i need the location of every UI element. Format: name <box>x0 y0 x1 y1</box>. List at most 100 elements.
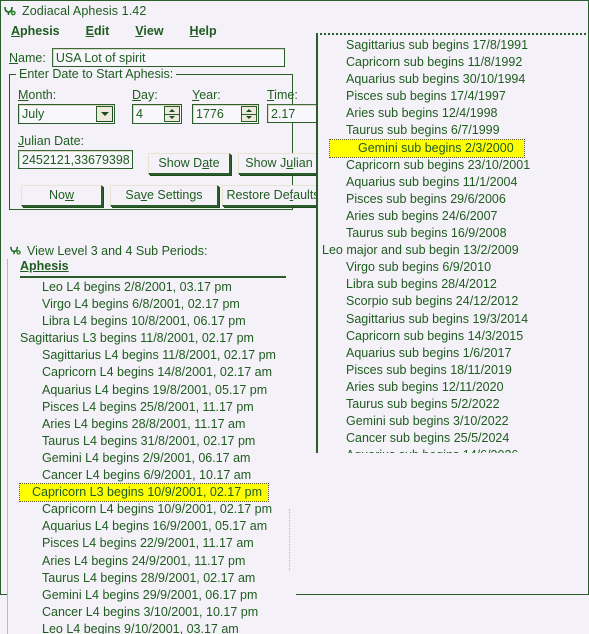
julian-input[interactable] <box>18 150 133 169</box>
name-label: Name: <box>9 50 46 65</box>
list-item[interactable]: Aquarius sub begins 1/6/2017 <box>318 345 586 362</box>
list-item[interactable]: Gemini L4 begins 29/9/2001, 06.17 pm <box>8 587 296 604</box>
month-field: Month: July <box>18 88 115 124</box>
menu-bar: Aphesis Edit View Help <box>9 23 219 39</box>
sub-periods-list[interactable]: Sagittarius sub begins 17/8/1991 Capricor… <box>316 33 586 453</box>
list-item[interactable]: Pisces sub begins 29/6/2006 <box>318 191 586 208</box>
list-item-label: Capricorn L3 begins 10/9/2001, 02.17 pm <box>18 483 270 503</box>
menu-item-view[interactable]: View <box>133 23 165 39</box>
spinner-up-icon[interactable] <box>164 106 180 114</box>
month-value: July <box>22 107 45 121</box>
list-item[interactable]: Leo major and sub begin 13/2/2009 <box>318 242 586 259</box>
list-item[interactable]: Aries sub begins 12/11/2020 <box>318 379 586 396</box>
list-item[interactable]: Sagittarius L4 begins 11/8/2001, 02.17 p… <box>8 347 296 364</box>
date-groupbox-title: Enter Date to Start Aphesis: <box>16 67 177 81</box>
list-item[interactable]: Capricorn sub begins 23/10/2001 <box>318 157 586 174</box>
show-julian-button[interactable]: Show Julian <box>238 153 320 174</box>
sub-periods-list-rows: Sagittarius sub begins 17/8/1991 Capricor… <box>318 37 586 453</box>
day-spinner-buttons[interactable] <box>164 106 180 122</box>
list-item[interactable]: Gemini sub begins 2/3/2000 <box>318 138 586 158</box>
now-button[interactable]: Now <box>21 185 102 206</box>
list-item[interactable]: Gemini sub begins 3/10/2022 <box>318 413 586 430</box>
year-value: 1776 <box>196 107 224 121</box>
menu-item-help-rest: elp <box>198 24 217 38</box>
list-item[interactable]: Pisces L4 begins 25/8/2001, 11.17 pm <box>8 399 296 416</box>
day-label: Day: <box>132 88 158 102</box>
menu-item-edit[interactable]: Edit <box>84 23 112 39</box>
list-item[interactable]: Scorpio sub begins 24/12/2012 <box>318 293 586 310</box>
list-item[interactable]: Capricorn L4 begins 10/9/2001, 02.17 pm <box>8 501 296 518</box>
day-stepper[interactable]: 4 <box>132 104 182 124</box>
name-input[interactable] <box>51 48 285 67</box>
list-item[interactable]: Gemini L4 begins 2/9/2001, 06.17 am <box>8 450 296 467</box>
name-row: Name: <box>9 48 285 67</box>
menu-item-edit-rest: dit <box>93 24 110 38</box>
day-field: Day: 4 <box>132 88 182 124</box>
spinner-up-icon[interactable] <box>241 106 257 114</box>
list-item[interactable]: Aquarius L4 begins 16/9/2001, 05.17 am <box>8 518 296 535</box>
restore-defaults-button[interactable]: Restore Defaults <box>222 185 324 206</box>
save-settings-button[interactable]: Save Settings <box>110 185 218 206</box>
list-item[interactable]: Libra L4 begins 10/8/2001, 06.17 pm <box>8 313 296 330</box>
list-item[interactable]: Aries sub begins 24/6/2007 <box>318 208 586 225</box>
list-item[interactable]: Capricorn sub begins 11/8/1992 <box>318 54 586 71</box>
list-item[interactable]: Pisces sub begins 18/11/2019 <box>318 362 586 379</box>
list-item[interactable]: Aquarius sub begins 11/1/2004 <box>318 174 586 191</box>
list-item[interactable]: Libra sub begins 28/4/2012 <box>318 276 586 293</box>
month-select[interactable]: July <box>18 104 115 124</box>
list-item[interactable]: Aries L4 begins 28/8/2001, 11.17 am <box>8 416 296 433</box>
aphesis-list[interactable]: Aphesis Leo L4 begins 2/8/2001, 03.17 pm… <box>7 259 296 634</box>
list-item[interactable]: Cancer sub begins 25/5/2024 <box>318 430 586 447</box>
aphesis-list-heading: Aphesis <box>20 259 69 273</box>
spinner-down-icon[interactable] <box>241 113 257 122</box>
list-item[interactable]: Capricorn L4 begins 14/8/2001, 02.17 am <box>8 364 296 381</box>
menu-item-aphesis-rest: phesis <box>20 24 60 38</box>
window-title: Zodiacal Aphesis 1.42 <box>22 4 147 18</box>
view-level-label: View Level 3 and 4 Sub Periods: <box>27 244 208 258</box>
list-item[interactable]: Cancer L4 begins 3/10/2001, 10.17 pm <box>8 604 296 621</box>
list-item[interactable]: Aquarius sub begins 14/6/2026 <box>318 447 586 453</box>
list-item[interactable]: Sagittarius sub begins 17/8/1991 <box>318 37 586 54</box>
day-value: 4 <box>136 107 143 121</box>
year-spinner-buttons[interactable] <box>241 106 257 122</box>
list-item[interactable]: Leo L4 begins 2/8/2001, 03.17 pm <box>8 279 296 296</box>
zodiac-glyph-icon <box>9 244 23 258</box>
list-item[interactable]: Cancer L4 begins 6/9/2001, 10.17 am <box>8 467 296 484</box>
list-item[interactable]: Pisces L4 begins 22/9/2001, 11.17 am <box>8 535 296 552</box>
year-stepper[interactable]: 1776 <box>192 104 259 124</box>
list-item[interactable]: Aquarius sub begins 30/10/1994 <box>318 71 586 88</box>
left-pane: Name: Enter Date to Start Aphesis: Month… <box>1 41 354 634</box>
list-item-label: Gemini sub begins 2/3/2000 <box>329 138 525 158</box>
chevron-down-icon[interactable] <box>96 106 113 122</box>
list-item[interactable]: Taurus sub begins 5/2/2022 <box>318 396 586 413</box>
list-item[interactable]: Taurus L4 begins 31/8/2001, 02.17 pm <box>8 433 296 450</box>
list-item[interactable]: Sagittarius sub begins 19/3/2014 <box>318 311 586 328</box>
list-item[interactable]: Taurus sub begins 16/9/2008 <box>318 225 586 242</box>
list-item[interactable]: Aries sub begins 12/4/1998 <box>318 105 586 122</box>
menu-item-view-rest: iew <box>143 24 164 38</box>
zodiac-glyph-icon <box>3 4 17 18</box>
list-item[interactable]: Taurus L4 begins 28/9/2001, 02.17 am <box>8 570 296 587</box>
show-date-button[interactable]: Show Date <box>148 153 230 174</box>
year-label: Year: <box>192 88 221 102</box>
list-item[interactable]: Capricorn L3 begins 10/9/2001, 02.17 pm <box>8 483 296 503</box>
year-field: Year: 1776 <box>192 88 259 124</box>
aphesis-list-rows: Leo L4 begins 2/8/2001, 03.17 pm Virgo L4… <box>8 279 296 634</box>
list-item[interactable]: Sagittarius L3 begins 11/8/2001, 02.17 p… <box>8 330 296 347</box>
list-item[interactable]: Capricorn sub begins 14/3/2015 <box>318 328 586 345</box>
list-item[interactable]: Aries L4 begins 24/9/2001, 11.17 pm <box>8 553 296 570</box>
julian-field: Julian Date: <box>18 134 133 169</box>
month-label: Month: <box>18 88 57 102</box>
list-item[interactable]: Leo L4 begins 9/10/2001, 03.17 am <box>8 621 296 634</box>
date-groupbox: Enter Date to Start Aphesis: Month: July… <box>9 67 354 210</box>
list-divider <box>20 276 286 278</box>
menu-item-help[interactable]: Help <box>188 23 219 39</box>
list-item[interactable]: Taurus sub begins 6/7/1999 <box>318 122 586 139</box>
spinner-down-icon[interactable] <box>164 113 180 122</box>
list-item[interactable]: Virgo sub begins 6/9/2010 <box>318 259 586 276</box>
list-item[interactable]: Virgo L4 begins 6/8/2001, 02.17 pm <box>8 296 296 313</box>
menu-item-aphesis[interactable]: Aphesis <box>9 23 62 39</box>
list-item[interactable]: Pisces sub begins 17/4/1997 <box>318 88 586 105</box>
view-level-row: View Level 3 and 4 Sub Periods: <box>9 244 207 258</box>
list-item[interactable]: Aquarius L4 begins 19/8/2001, 05.17 pm <box>8 382 296 399</box>
